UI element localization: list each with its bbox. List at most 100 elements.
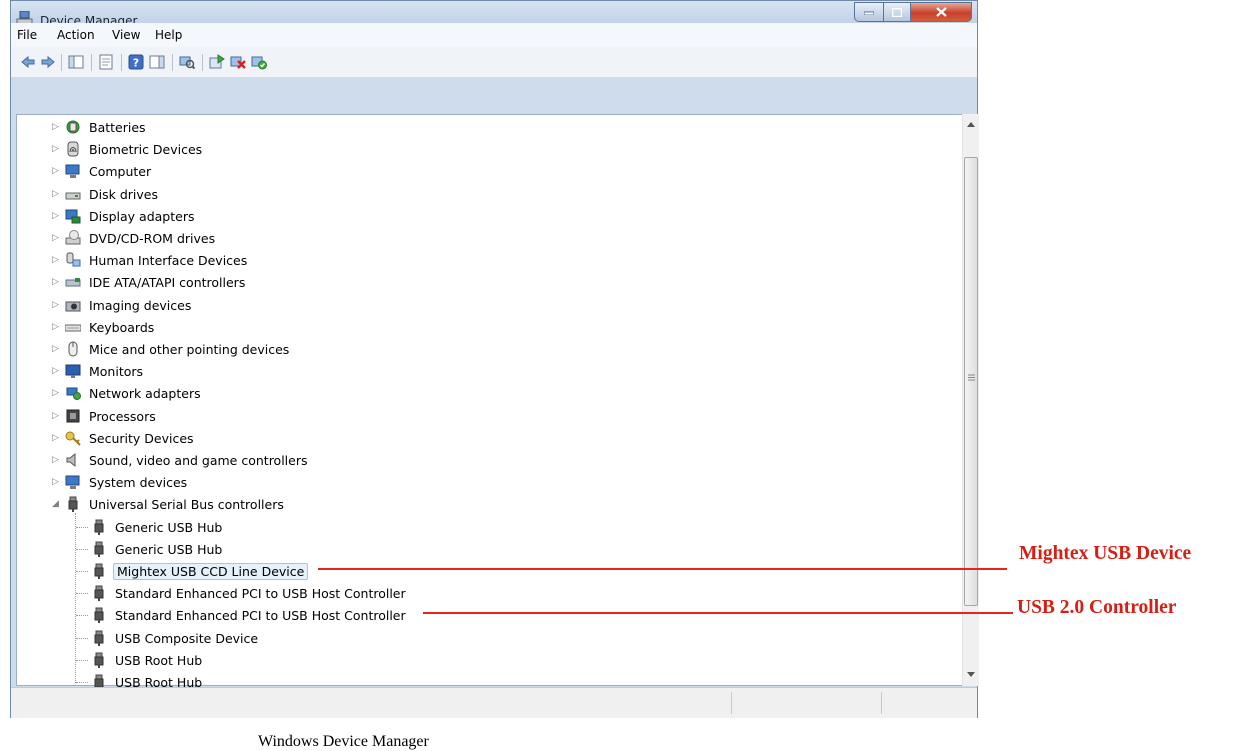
tree-category-item[interactable]: Imaging devices <box>65 296 193 314</box>
tree-category-item[interactable]: Disk drives <box>65 185 160 203</box>
collapsed-arrow-icon[interactable]: ▷ <box>52 144 59 154</box>
tree-category-item[interactable]: System devices <box>65 473 189 491</box>
scrollbar-thumb[interactable] <box>964 157 978 606</box>
device-manager-window: Device Manager File Action View Help ? ▷… <box>10 0 979 718</box>
menu-bar: File Action View Help <box>11 23 977 48</box>
tree-category-item[interactable]: Monitors <box>65 362 145 380</box>
tree-category-label: Universal Serial Bus controllers <box>89 496 284 512</box>
tree-category-item[interactable]: Mice and other pointing devices <box>65 340 291 358</box>
usb-device-item[interactable]: Generic USB Hub <box>91 540 224 558</box>
vertical-scrollbar[interactable] <box>962 114 979 686</box>
fingerprint-icon <box>67 141 79 157</box>
maximize-button[interactable] <box>883 2 910 22</box>
menu-help[interactable]: Help <box>155 28 182 42</box>
tree-category-label: Sound, video and game controllers <box>89 452 308 468</box>
toolbar-separator <box>121 54 122 71</box>
enable-device-icon[interactable] <box>251 54 267 70</box>
monitor-icon <box>65 364 81 378</box>
collapsed-arrow-icon[interactable]: ▷ <box>52 477 59 487</box>
menu-view[interactable]: View <box>112 28 140 42</box>
tree-category-item[interactable]: Keyboards <box>65 318 156 336</box>
tree-category-item[interactable]: Human Interface Devices <box>65 251 249 269</box>
tree-category-label: Batteries <box>89 119 146 135</box>
tree-category-item[interactable]: DVD/CD-ROM drives <box>65 229 217 247</box>
collapsed-arrow-icon[interactable]: ▷ <box>52 233 59 243</box>
usb-plug-icon <box>94 607 104 623</box>
collapsed-arrow-icon[interactable]: ▷ <box>52 277 59 287</box>
tree-connector-line <box>76 527 88 528</box>
tree-category-label: Processors <box>89 408 156 424</box>
tree-category-item[interactable]: Network adapters <box>65 384 203 402</box>
toolbar-separator <box>91 54 92 71</box>
tree-category-item[interactable]: Universal Serial Bus controllers <box>65 495 286 513</box>
dvd-drive-icon <box>65 230 81 245</box>
collapsed-arrow-icon[interactable]: ▷ <box>52 433 59 443</box>
tree-connector-line <box>76 660 88 661</box>
toolbar: ? <box>11 47 977 77</box>
tree-category-label: Network adapters <box>89 385 201 401</box>
collapsed-arrow-icon[interactable]: ▷ <box>52 255 59 265</box>
collapsed-arrow-icon[interactable]: ▷ <box>52 455 59 465</box>
tree-category-item[interactable]: Sound, video and game controllers <box>65 451 310 469</box>
ide-controller-icon <box>65 278 81 287</box>
usb-device-item[interactable]: Standard Enhanced PCI to USB Host Contro… <box>91 606 408 624</box>
forward-arrow-icon[interactable] <box>40 54 56 70</box>
tree-category-item[interactable]: Batteries <box>65 118 148 136</box>
collapsed-arrow-icon[interactable]: ▷ <box>52 344 59 354</box>
tree-category-item[interactable]: Processors <box>65 407 158 425</box>
show-hide-tree-icon[interactable] <box>68 54 84 70</box>
tree-category-item[interactable]: Security Devices <box>65 429 196 447</box>
keyboard-icon <box>65 324 81 332</box>
speaker-icon <box>66 452 76 468</box>
expanded-arrow-icon[interactable]: ◢ <box>52 499 59 509</box>
collapsed-arrow-icon[interactable]: ▷ <box>52 122 59 132</box>
usb-device-label: USB Composite Device <box>115 630 259 646</box>
menu-action[interactable]: Action <box>57 28 95 42</box>
collapsed-arrow-icon[interactable]: ▷ <box>52 322 59 332</box>
status-bar <box>11 687 977 718</box>
grip-icon <box>968 374 975 381</box>
usb-device-item[interactable]: Generic USB Hub <box>91 518 224 536</box>
usb-device-label: Generic USB Hub <box>115 541 223 557</box>
tree-category-item[interactable]: Computer <box>65 162 153 180</box>
collapsed-arrow-icon[interactable]: ▷ <box>52 366 59 376</box>
annotation-mightex-label: Mightex USB Device <box>1019 543 1192 564</box>
tree-category-item[interactable]: Biometric Devices <box>65 140 204 158</box>
collapsed-arrow-icon[interactable]: ▷ <box>52 189 59 199</box>
device-tree[interactable]: ▷ Batteries ▷ Biometric Devices ▷ Computer ▷ Di… <box>16 114 963 690</box>
help-icon[interactable]: ? <box>128 54 144 70</box>
close-button[interactable] <box>910 2 972 22</box>
collapsed-arrow-icon[interactable]: ▷ <box>52 388 59 398</box>
camera-icon <box>65 301 81 312</box>
minimize-button[interactable] <box>854 2 883 22</box>
tree-category-item[interactable]: IDE ATA/ATAPI controllers <box>65 273 247 291</box>
action-pane-icon[interactable] <box>149 54 165 70</box>
scroll-down-icon[interactable] <box>967 672 975 677</box>
scan-hardware-icon[interactable] <box>179 54 195 70</box>
collapsed-arrow-icon[interactable]: ▷ <box>52 300 59 310</box>
scroll-up-icon[interactable] <box>967 122 975 127</box>
tree-category-label: Monitors <box>89 363 144 379</box>
collapsed-arrow-icon[interactable]: ▷ <box>52 166 59 176</box>
selected-device-label: Mightex USB CCD Line Device <box>113 562 309 580</box>
tree-connector-line <box>76 571 88 572</box>
update-driver-icon[interactable] <box>209 54 225 70</box>
usb-device-item[interactable]: Mightex USB CCD Line Device <box>91 562 309 580</box>
properties-icon[interactable] <box>98 54 114 70</box>
usb-device-item[interactable]: Standard Enhanced PCI to USB Host Contro… <box>91 584 408 602</box>
usb-device-label: USB Root Hub <box>115 652 203 668</box>
usb-plug-icon <box>94 652 104 668</box>
usb-device-label: Standard Enhanced PCI to USB Host Contro… <box>115 585 406 601</box>
usb-device-item[interactable]: USB Root Hub <box>91 651 204 669</box>
uninstall-icon[interactable] <box>230 54 246 70</box>
tree-category-label: Mice and other pointing devices <box>89 341 290 357</box>
usb-plug-icon <box>94 541 104 557</box>
collapsed-arrow-icon[interactable]: ▷ <box>52 411 59 421</box>
tree-category-label: IDE ATA/ATAPI controllers <box>89 274 246 290</box>
usb-device-item[interactable]: USB Composite Device <box>91 629 260 647</box>
menu-file[interactable]: File <box>17 28 37 42</box>
back-arrow-icon[interactable] <box>20 54 36 70</box>
usb-plug-icon <box>68 496 78 512</box>
collapsed-arrow-icon[interactable]: ▷ <box>52 211 59 221</box>
tree-category-item[interactable]: Display adapters <box>65 207 196 225</box>
